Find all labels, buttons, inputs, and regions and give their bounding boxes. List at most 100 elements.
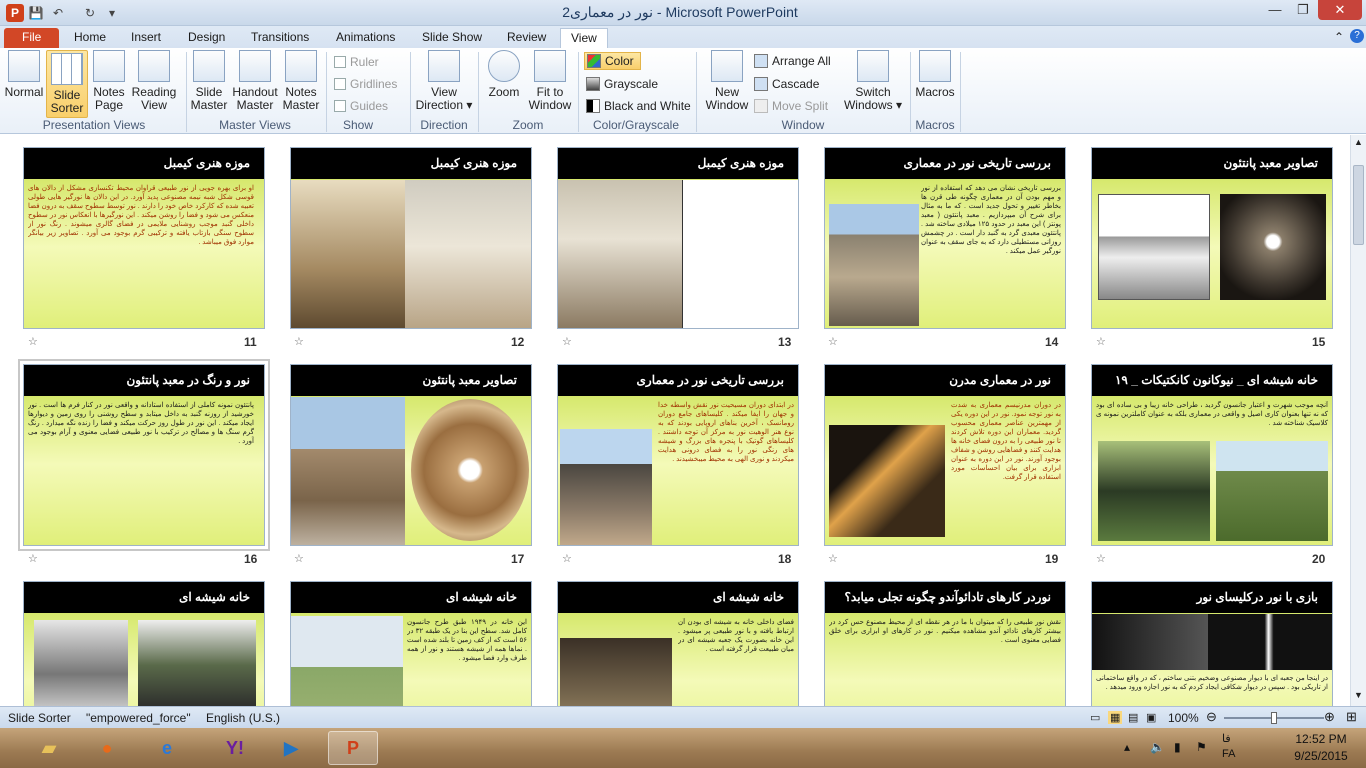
kimbell-gallery-image	[558, 180, 682, 328]
slide-thumbnail-17[interactable]: تصاویر معبد پانتئون	[290, 364, 532, 546]
scroll-thumb[interactable]	[1353, 165, 1364, 245]
tab-transitions[interactable]: Transitions	[241, 28, 319, 48]
minimize-button[interactable]: —	[1262, 0, 1288, 20]
clock-time[interactable]: 12:52 PM	[1286, 732, 1356, 746]
slide-thumbnail-20[interactable]: خانه شیشه ای _ نیوکانون کانکتیکات _ ۱۹ آ…	[1091, 364, 1333, 546]
tab-view[interactable]: View	[560, 28, 608, 48]
transition-star-icon[interactable]: ☆	[562, 335, 572, 348]
slide-thumbnail-15[interactable]: تصاویر معبد پانتئون	[1091, 147, 1333, 329]
reading-view-status-icon[interactable]: ▤	[1128, 711, 1138, 724]
help-icon[interactable]: ?	[1350, 29, 1364, 43]
cascade-button[interactable]: Cascade	[754, 75, 819, 93]
new-window-button[interactable]: New Window	[702, 50, 752, 112]
transition-star-icon[interactable]: ☆	[28, 552, 38, 565]
zoom-level[interactable]: 100%	[1168, 711, 1199, 725]
notes-page-button[interactable]: Notes Page	[90, 50, 128, 112]
slide-title: موزه هنری کیمبل	[558, 148, 798, 179]
notes-master-button[interactable]: Notes Master	[280, 50, 322, 112]
network-icon[interactable]: ▮	[1174, 740, 1181, 754]
transition-star-icon[interactable]: ☆	[1096, 335, 1106, 348]
media-player-icon[interactable]: ▶	[266, 731, 316, 765]
zoom-slider-thumb[interactable]	[1271, 712, 1277, 724]
slide-thumbnail-24[interactable]: نوردر کارهای تادائوآندو چگونه تجلی میابد…	[824, 581, 1066, 706]
slide-thumbnail-21[interactable]: خانه شیشه ای	[23, 581, 265, 706]
fit-slide-icon[interactable]: ⊞	[1346, 709, 1357, 725]
checkbox-icon	[334, 56, 346, 68]
firefox-icon[interactable]: ●	[82, 731, 132, 765]
redo-icon[interactable]: ↻	[82, 4, 98, 22]
ruler-checkbox[interactable]: Ruler	[334, 53, 379, 71]
tab-home[interactable]: Home	[64, 28, 116, 48]
normal-view-button[interactable]: Normal	[4, 50, 44, 99]
kimbell-stairs-image	[291, 180, 405, 328]
zoom-button[interactable]: Zoom	[484, 50, 524, 99]
slide-sorter-button[interactable]: Slide Sorter	[46, 50, 88, 118]
vertical-scrollbar[interactable]: ▲ ▼	[1350, 135, 1366, 706]
clock-date[interactable]: 9/25/2015	[1286, 749, 1356, 763]
keyboard-language[interactable]: FA	[1222, 748, 1235, 760]
fit-to-window-button[interactable]: Fit to Window	[526, 50, 574, 112]
macros-button[interactable]: Macros	[914, 50, 956, 99]
tab-file[interactable]: File	[4, 28, 60, 48]
slide-thumbnail-14[interactable]: بررسی تاریخی نور در معماری بررسی تاریخی …	[824, 147, 1066, 329]
slide-thumbnail-11[interactable]: موزه هنری کیمبل او برای بهره جویی از نور…	[23, 147, 265, 329]
gridlines-checkbox[interactable]: Gridlines	[334, 75, 397, 93]
transition-star-icon[interactable]: ☆	[28, 335, 38, 348]
ribbon-minimize-icon[interactable]: ⌃	[1334, 30, 1344, 44]
slide-thumbnail-23[interactable]: خانه شیشه ای فضای داخلی خانه به شیشه ای …	[557, 581, 799, 706]
slide-sorter-status-icon[interactable]: ▦	[1108, 711, 1123, 724]
internet-explorer-icon[interactable]: e	[142, 731, 192, 765]
black-white-button[interactable]: Black and White	[586, 97, 691, 115]
maximize-button[interactable]: ❐	[1290, 0, 1316, 20]
slide-thumbnail-22[interactable]: خانه شیشه ای این خانه در ۱۹۴۹ طبق طرح جا…	[290, 581, 532, 706]
scroll-up-icon[interactable]: ▲	[1353, 137, 1364, 149]
grayscale-button[interactable]: Grayscale	[586, 75, 658, 93]
tray-arrow-icon[interactable]: ▴	[1124, 740, 1130, 754]
close-button[interactable]: ✕	[1318, 0, 1362, 20]
powerpoint-logo-icon[interactable]: P	[6, 4, 24, 22]
switch-windows-button[interactable]: Switch Windows ▾	[842, 50, 904, 112]
slide-thumbnail-19[interactable]: نور در معماری مدرن در دوران مدرنیسم معما…	[824, 364, 1066, 546]
scroll-down-icon[interactable]: ▼	[1353, 690, 1364, 702]
keyboard-language-fa[interactable]: فا	[1222, 732, 1231, 745]
flag-icon[interactable]: ⚑	[1196, 740, 1207, 754]
slide-thumbnail-25[interactable]: بازی با نور درکلیسای نور در اینجا من جعب…	[1091, 581, 1333, 706]
file-explorer-icon[interactable]: ▰	[24, 731, 74, 765]
slide-thumbnail-18[interactable]: بررسی تاریخی نور در معماری در ابتدای دور…	[557, 364, 799, 546]
slide-thumbnail-16[interactable]: نور و رنگ در معبد پانتئون پانتئون نمونه …	[18, 359, 270, 551]
transition-star-icon[interactable]: ☆	[294, 552, 304, 565]
view-direction-button[interactable]: View Direction ▾	[414, 50, 474, 112]
transition-star-icon[interactable]: ☆	[828, 552, 838, 565]
yahoo-messenger-icon[interactable]: Y!	[210, 731, 260, 765]
slide-master-button[interactable]: Slide Master	[188, 50, 230, 112]
slide-show-status-icon[interactable]: ▣	[1146, 711, 1156, 724]
tab-design[interactable]: Design	[178, 28, 235, 48]
tab-animations[interactable]: Animations	[326, 28, 405, 48]
transition-star-icon[interactable]: ☆	[1096, 552, 1106, 565]
glass-house-landscape-image	[291, 616, 403, 706]
transition-star-icon[interactable]: ☆	[294, 335, 304, 348]
zoom-out-icon[interactable]: ⊖	[1206, 709, 1217, 725]
reading-view-button[interactable]: Reading View	[130, 50, 178, 112]
tab-slide-show[interactable]: Slide Show	[412, 28, 492, 48]
status-language[interactable]: English (U.S.)	[206, 711, 280, 725]
transition-star-icon[interactable]: ☆	[828, 335, 838, 348]
zoom-in-icon[interactable]: ⊕	[1324, 709, 1335, 725]
transition-star-icon[interactable]: ☆	[562, 552, 572, 565]
save-icon[interactable]: 💾	[28, 4, 44, 22]
normal-view-status-icon[interactable]: ▭	[1090, 711, 1100, 724]
handout-master-button[interactable]: Handout Master	[232, 50, 278, 112]
tab-insert[interactable]: Insert	[121, 28, 171, 48]
group-color-grayscale: Color/Grayscale	[592, 118, 680, 132]
slide-thumbnail-12[interactable]: موزه هنری کیمبل	[290, 147, 532, 329]
guides-checkbox[interactable]: Guides	[334, 97, 388, 115]
arrange-all-button[interactable]: Arrange All	[754, 52, 831, 70]
color-button[interactable]: Color	[584, 52, 641, 70]
powerpoint-taskbar-icon[interactable]: P	[328, 731, 378, 765]
undo-icon[interactable]: ↶	[50, 4, 66, 22]
tab-review[interactable]: Review	[497, 28, 556, 48]
slide-thumbnail-13[interactable]: موزه هنری کیمبل	[557, 147, 799, 329]
move-split-button[interactable]: Move Split	[754, 97, 828, 115]
volume-icon[interactable]: 🔈	[1150, 740, 1165, 754]
customize-qat-icon[interactable]: ▾	[106, 4, 118, 22]
